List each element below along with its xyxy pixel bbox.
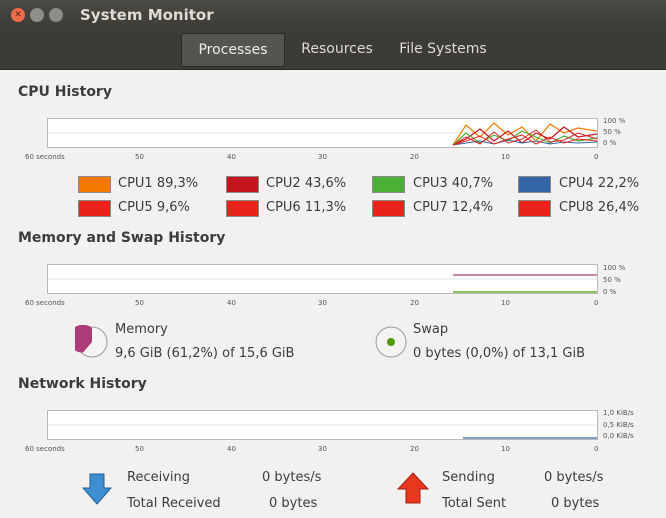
cpu1-legend: CPU1 89,3% bbox=[118, 176, 199, 191]
minimize-window-button[interactable] bbox=[30, 8, 44, 22]
cpu3-color-button[interactable] bbox=[372, 176, 405, 193]
title-bar: ✕ System Monitor bbox=[0, 0, 666, 30]
memory-history-graph bbox=[47, 264, 598, 294]
network-axis-20: 20 bbox=[410, 445, 419, 453]
window-title: System Monitor bbox=[80, 6, 214, 24]
total-received-value: 0 bytes bbox=[269, 496, 318, 511]
swap-label: Swap bbox=[413, 322, 449, 337]
cpu5-legend: CPU5 9,6% bbox=[118, 200, 190, 215]
total-received-label: Total Received bbox=[127, 496, 221, 511]
network-axis-0: 0 bbox=[594, 445, 599, 453]
memory-history-title: Memory and Swap History bbox=[18, 230, 226, 246]
memory-axis-40: 40 bbox=[227, 299, 236, 307]
tab-processes[interactable]: Processes bbox=[181, 33, 285, 67]
memory-axis-50: 50 bbox=[135, 299, 144, 307]
system-monitor-window: ✕ System Monitor Processes Resources Fil… bbox=[0, 0, 666, 518]
cpu7-legend: CPU7 12,4% bbox=[413, 200, 494, 215]
swap-pie-icon[interactable] bbox=[374, 325, 408, 359]
network-axis-60: 60 seconds bbox=[25, 445, 65, 453]
network-lines bbox=[48, 424, 597, 439]
cpu-axis-30: 30 bbox=[318, 153, 327, 161]
network-axis-50: 50 bbox=[135, 445, 144, 453]
receiving-arrow-icon[interactable] bbox=[82, 473, 112, 505]
cpu-axis-50: 50 bbox=[135, 153, 144, 161]
swap-value: 0 bytes (0,0%) of 13,1 GiB bbox=[413, 346, 585, 361]
cpu4-color-button[interactable] bbox=[518, 176, 551, 193]
cpu7-color-button[interactable] bbox=[372, 200, 405, 217]
memory-axis-0: 0 bbox=[594, 299, 599, 307]
memory-value: 9,6 GiB (61,2%) of 15,6 GiB bbox=[115, 346, 295, 361]
memory-scale-50: 50 % bbox=[603, 276, 621, 284]
cpu6-color-button[interactable] bbox=[226, 200, 259, 217]
network-history-graph bbox=[47, 410, 598, 440]
cpu8-color-button[interactable] bbox=[518, 200, 551, 217]
cpu-scale-50: 50 % bbox=[603, 128, 621, 136]
sending-label: Sending bbox=[442, 470, 495, 485]
cpu-axis-10: 10 bbox=[501, 153, 510, 161]
network-axis-30: 30 bbox=[318, 445, 327, 453]
cpu-history-title: CPU History bbox=[18, 84, 112, 100]
memory-axis-10: 10 bbox=[501, 299, 510, 307]
cpu1-color-button[interactable] bbox=[78, 176, 111, 193]
tab-bar: Processes Resources File Systems bbox=[0, 30, 666, 70]
cpu-axis-40: 40 bbox=[227, 153, 236, 161]
memory-scale-100: 100 % bbox=[603, 264, 626, 272]
memory-scale-0: 0 % bbox=[603, 288, 617, 296]
cpu-lines bbox=[48, 122, 597, 146]
network-axis-10: 10 bbox=[501, 445, 510, 453]
network-history-title: Network History bbox=[18, 376, 147, 392]
memory-label: Memory bbox=[115, 322, 168, 337]
cpu-axis-60: 60 seconds bbox=[25, 153, 65, 161]
sending-arrow-icon[interactable] bbox=[397, 472, 429, 504]
network-axis-40: 40 bbox=[227, 445, 236, 453]
cpu2-legend: CPU2 43,6% bbox=[266, 176, 347, 191]
swap-pie-dot bbox=[387, 338, 395, 346]
network-scale-mid: 0,5 KiB/s bbox=[603, 421, 634, 429]
memory-lines bbox=[48, 274, 597, 293]
receiving-label: Receiving bbox=[127, 470, 191, 485]
tab-file-systems[interactable]: File Systems bbox=[390, 33, 496, 65]
cpu-axis-20: 20 bbox=[410, 153, 419, 161]
sending-value: 0 bytes/s bbox=[544, 470, 604, 485]
network-scale-low: 0,0 KiB/s bbox=[603, 432, 634, 440]
memory-axis-60: 60 seconds bbox=[25, 299, 65, 307]
cpu6-legend: CPU6 11,3% bbox=[266, 200, 347, 215]
total-sent-value: 0 bytes bbox=[551, 496, 600, 511]
cpu-scale-0: 0 % bbox=[603, 139, 617, 147]
receiving-value: 0 bytes/s bbox=[262, 470, 322, 485]
cpu5-color-button[interactable] bbox=[78, 200, 111, 217]
close-window-button[interactable]: ✕ bbox=[11, 8, 25, 22]
memory-axis-30: 30 bbox=[318, 299, 327, 307]
cpu-scale-100: 100 % bbox=[603, 117, 626, 125]
cpu2-color-button[interactable] bbox=[226, 176, 259, 193]
maximize-window-button[interactable] bbox=[49, 8, 63, 22]
cpu-axis-0: 0 bbox=[594, 153, 599, 161]
total-sent-label: Total Sent bbox=[442, 496, 507, 511]
cpu8-legend: CPU8 26,4% bbox=[559, 200, 640, 215]
network-scale-high: 1,0 KiB/s bbox=[603, 409, 634, 417]
cpu3-legend: CPU3 40,7% bbox=[413, 176, 494, 191]
memory-pie-icon[interactable] bbox=[75, 325, 109, 359]
memory-axis-20: 20 bbox=[410, 299, 419, 307]
cpu4-legend: CPU4 22,2% bbox=[559, 176, 640, 191]
tab-resources[interactable]: Resources bbox=[290, 33, 384, 65]
cpu-history-graph bbox=[47, 118, 598, 148]
